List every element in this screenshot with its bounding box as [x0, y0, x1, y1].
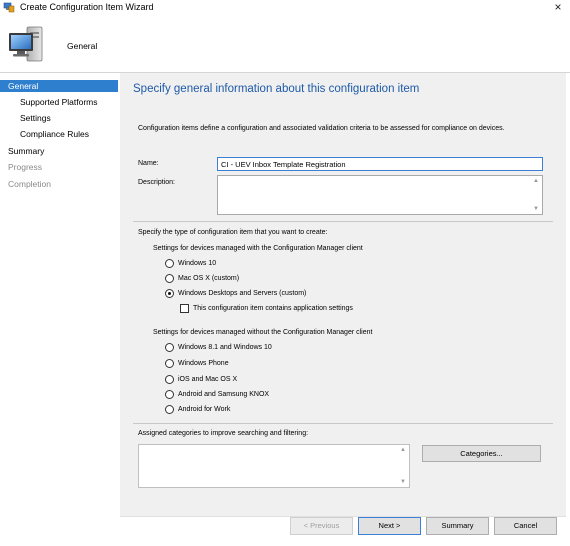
sidebar-item-compliance-rules[interactable]: Compliance Rules — [20, 128, 89, 140]
main-panel: Specify general information about this c… — [120, 73, 566, 516]
divider — [133, 221, 553, 222]
radio-android-knox[interactable] — [165, 390, 174, 399]
radio-ios-mac[interactable] — [165, 375, 174, 384]
title-bar: Create Configuration Item Wizard × — [0, 0, 570, 16]
radio-windows-phone[interactable] — [165, 359, 174, 368]
radio-label-windows-phone: Windows Phone — [178, 360, 229, 367]
sidebar-item-supported-platforms[interactable]: Supported Platforms — [20, 96, 97, 108]
radio-windows-10[interactable] — [165, 259, 174, 268]
sidebar-item-summary[interactable]: Summary — [8, 145, 44, 157]
app-settings-label: This configuration item contains applica… — [193, 305, 353, 312]
app-settings-checkbox[interactable] — [180, 304, 189, 313]
scroll-up-icon[interactable]: ▲ — [400, 447, 406, 453]
page-title: General — [67, 41, 98, 51]
sidebar-item-settings[interactable]: Settings — [20, 112, 51, 124]
intro-text: Configuration items define a configurati… — [138, 125, 505, 132]
managed-group-label: Settings for devices managed with the Co… — [153, 245, 363, 252]
page-heading: Specify general information about this c… — [133, 83, 420, 95]
sidebar-item-general[interactable]: General — [0, 80, 118, 92]
radio-label-android-for-work: Android for Work — [178, 406, 231, 413]
scroll-up-icon[interactable]: ▲ — [533, 178, 539, 184]
categories-list[interactable]: ▲ ▼ — [138, 444, 410, 488]
name-label: Name: — [138, 160, 159, 167]
wizard-header: General — [0, 16, 570, 73]
type-prompt: Specify the type of configuration item t… — [138, 229, 328, 236]
wizard-sidebar: General Supported Platforms Settings Com… — [0, 73, 118, 533]
radio-mac-os-x-custom[interactable] — [165, 274, 174, 283]
wizard-app-icon — [3, 2, 15, 13]
scroll-down-icon[interactable]: ▼ — [400, 479, 406, 485]
radio-label-windows-desktops-servers: Windows Desktops and Servers (custom) — [178, 290, 307, 297]
sidebar-item-completion: Completion — [8, 179, 51, 189]
description-field[interactable]: ▲ ▼ — [217, 175, 543, 215]
radio-windows-desktops-servers[interactable] — [165, 289, 174, 298]
name-value: CI - UEV Inbox Template Registration — [221, 160, 346, 169]
radio-label-mac-os-x-custom: Mac OS X (custom) — [178, 275, 240, 282]
radio-label-ios-mac: iOS and Mac OS X — [178, 376, 238, 383]
computer-icon — [9, 26, 43, 62]
sidebar-item-progress: Progress — [8, 162, 43, 172]
radio-label-windows-81-10: Windows 8.1 and Windows 10 — [178, 344, 272, 351]
scroll-down-icon[interactable]: ▼ — [533, 206, 539, 212]
cancel-button[interactable]: Cancel — [494, 517, 557, 535]
previous-button[interactable]: < Previous — [290, 517, 353, 535]
categories-button[interactable]: Categories... — [422, 445, 541, 462]
radio-label-windows-10: Windows 10 — [178, 260, 217, 267]
window-title: Create Configuration Item Wizard — [20, 2, 154, 12]
summary-button[interactable]: Summary — [426, 517, 489, 535]
radio-android-for-work[interactable] — [165, 405, 174, 414]
categories-label: Assigned categories to improve searching… — [138, 430, 309, 437]
name-field[interactable]: CI - UEV Inbox Template Registration — [217, 157, 543, 171]
radio-windows-81-10[interactable] — [165, 343, 174, 352]
radio-label-android-knox: Android and Samsung KNOX — [178, 391, 270, 398]
description-label: Description: — [138, 179, 175, 186]
next-button[interactable]: Next > — [358, 517, 421, 535]
unmanaged-group-label: Settings for devices managed without the… — [153, 329, 373, 336]
close-icon[interactable]: × — [548, 0, 568, 16]
divider — [133, 423, 553, 424]
